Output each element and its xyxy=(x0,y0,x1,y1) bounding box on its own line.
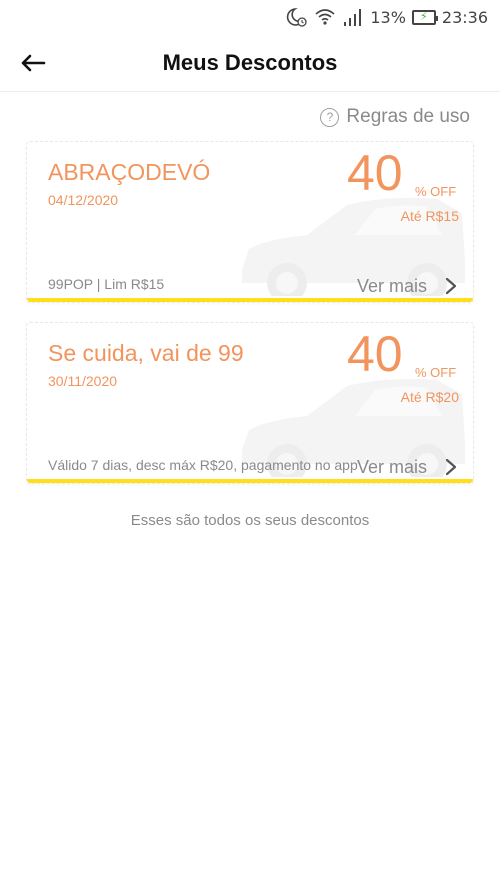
footer-note: Esses são todos os seus descontos xyxy=(130,512,370,529)
coupon-card[interactable]: Se cuida, vai de 99 30/11/2020 40 % OFF … xyxy=(26,322,474,484)
page-title: Meus Descontos xyxy=(162,50,338,75)
rules-label: Regras de uso xyxy=(346,106,470,127)
status-bar: 13% ⚡ 23:36 xyxy=(0,0,500,34)
see-more-button[interactable]: Ver mais xyxy=(357,275,459,297)
max-discount: Até R$15 xyxy=(400,208,459,224)
coupon-title: ABRAÇODEVÓ xyxy=(48,159,211,185)
coupon-date: 04/12/2020 xyxy=(48,192,119,208)
signal-icon xyxy=(342,6,364,28)
app-header: Meus Descontos xyxy=(0,34,500,92)
chevron-right-icon xyxy=(445,277,457,295)
see-more-label: Ver mais xyxy=(356,275,427,296)
moon-alarm-icon xyxy=(286,6,308,28)
battery-percent: 13% xyxy=(370,7,406,27)
rules-link[interactable]: ? Regras de uso xyxy=(320,106,470,128)
status-time: 23:36 xyxy=(441,7,488,27)
question-circle-icon: ? xyxy=(320,107,340,127)
see-more-button[interactable]: Ver mais xyxy=(357,456,459,478)
coupon-description: 99POP | Lim R$15 xyxy=(48,276,165,292)
coupon-underline xyxy=(27,298,473,302)
coupon-description: Válido 7 dias, desc máx R$20, pagamento … xyxy=(48,457,358,473)
coupon-date: 30/11/2020 xyxy=(48,373,118,389)
battery-icon: ⚡ xyxy=(411,9,438,25)
see-more-label: Ver mais xyxy=(356,456,427,477)
discount-off-label: % OFF xyxy=(415,184,457,199)
max-discount: Até R$20 xyxy=(400,389,459,405)
coupon-title: Se cuida, vai de 99 xyxy=(48,340,244,366)
coupon-card[interactable]: ABRAÇODEVÓ 04/12/2020 40 % OFF Até R$15 … xyxy=(26,141,474,303)
discount-value: 40 xyxy=(347,145,403,201)
discount-off-label: % OFF xyxy=(415,365,457,380)
charging-bolt-icon: ⚡ xyxy=(420,10,428,23)
chevron-right-icon xyxy=(445,458,457,476)
wifi-icon xyxy=(314,6,336,28)
discount-value: 40 xyxy=(347,326,403,382)
status-bar-right: 13% ⚡ 23:36 xyxy=(286,6,488,28)
coupon-underline xyxy=(27,479,473,483)
